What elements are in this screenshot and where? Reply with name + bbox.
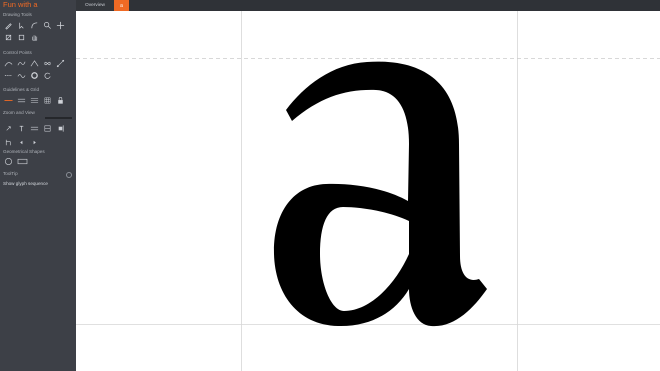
previous-glyph-icon[interactable] [16,137,26,147]
smooth-point-icon[interactable] [3,58,13,68]
zoom-fit-icon[interactable] [3,123,13,133]
tab-overview[interactable]: Overview [76,0,114,11]
pointer-tool-icon[interactable] [16,20,26,30]
lock-icon[interactable] [55,95,65,105]
guide-horizontal-active-icon[interactable] [3,95,13,105]
section-tooltip: ToolTip [3,171,18,176]
app-title: Fun with a [3,0,38,9]
guide-lines-icon[interactable] [16,95,26,105]
corner-point-icon[interactable] [29,58,39,68]
zoom-row-1 [3,123,68,133]
guidelines-row [3,95,68,105]
knife-tool-icon[interactable] [3,32,13,42]
zoom-tool-icon[interactable] [42,20,52,30]
move-tool-icon[interactable] [55,20,65,30]
next-glyph-icon[interactable] [29,137,39,147]
tooltip-toggle[interactable] [66,172,72,178]
grid-icon[interactable] [42,95,52,105]
hand-tool-icon[interactable] [29,32,39,42]
view-box-icon[interactable] [42,123,52,133]
rectangle-shape-icon[interactable] [16,156,28,166]
refresh-icon[interactable] [42,70,52,80]
glyph-canvas[interactable] [76,11,660,371]
section-drawing-tools: Drawing Tools [3,12,32,17]
zoom-row-2 [3,137,42,147]
zoom-reset-icon[interactable] [3,137,13,147]
section-zoom-view: Zoom and View [3,110,35,115]
control-points-row-2 [3,70,55,80]
reverse-path-icon[interactable] [42,58,52,68]
align-lines-icon[interactable] [29,123,39,133]
zoom-slider[interactable] [45,117,72,119]
tooltip-text: Show glyph sequence [3,181,48,186]
circle-point-icon[interactable] [29,70,39,80]
symmetric-point-icon[interactable] [16,58,26,68]
section-control-points: Control Points [3,50,32,55]
tab-bar: Overview a [76,0,660,11]
pen-tool-icon[interactable] [3,20,13,30]
tab-glyph-a[interactable]: a [114,0,129,11]
glyph-a-outline[interactable] [273,61,487,327]
join-points-icon[interactable] [55,58,65,68]
circle-shape-icon[interactable] [3,156,13,166]
drawing-tools-row-2 [3,32,42,42]
control-points-row-1 [3,58,68,68]
shapes-row [3,156,31,166]
text-format-icon[interactable] [16,123,26,133]
tool-panel: Fun with a Drawing Tools Control Points … [0,0,76,371]
section-guidelines-grid: Guidelines & Grid [3,87,40,92]
guide-multi-lines-icon[interactable] [29,95,39,105]
dashed-path-icon[interactable] [3,70,13,80]
curve-pen-icon[interactable] [29,20,39,30]
resize-tool-icon[interactable] [16,32,26,42]
wave-path-icon[interactable] [16,70,26,80]
section-geometrical-shapes: Geometrical Shapes [3,149,45,154]
align-right-icon[interactable] [55,123,65,133]
drawing-tools-row-1 [3,20,68,30]
